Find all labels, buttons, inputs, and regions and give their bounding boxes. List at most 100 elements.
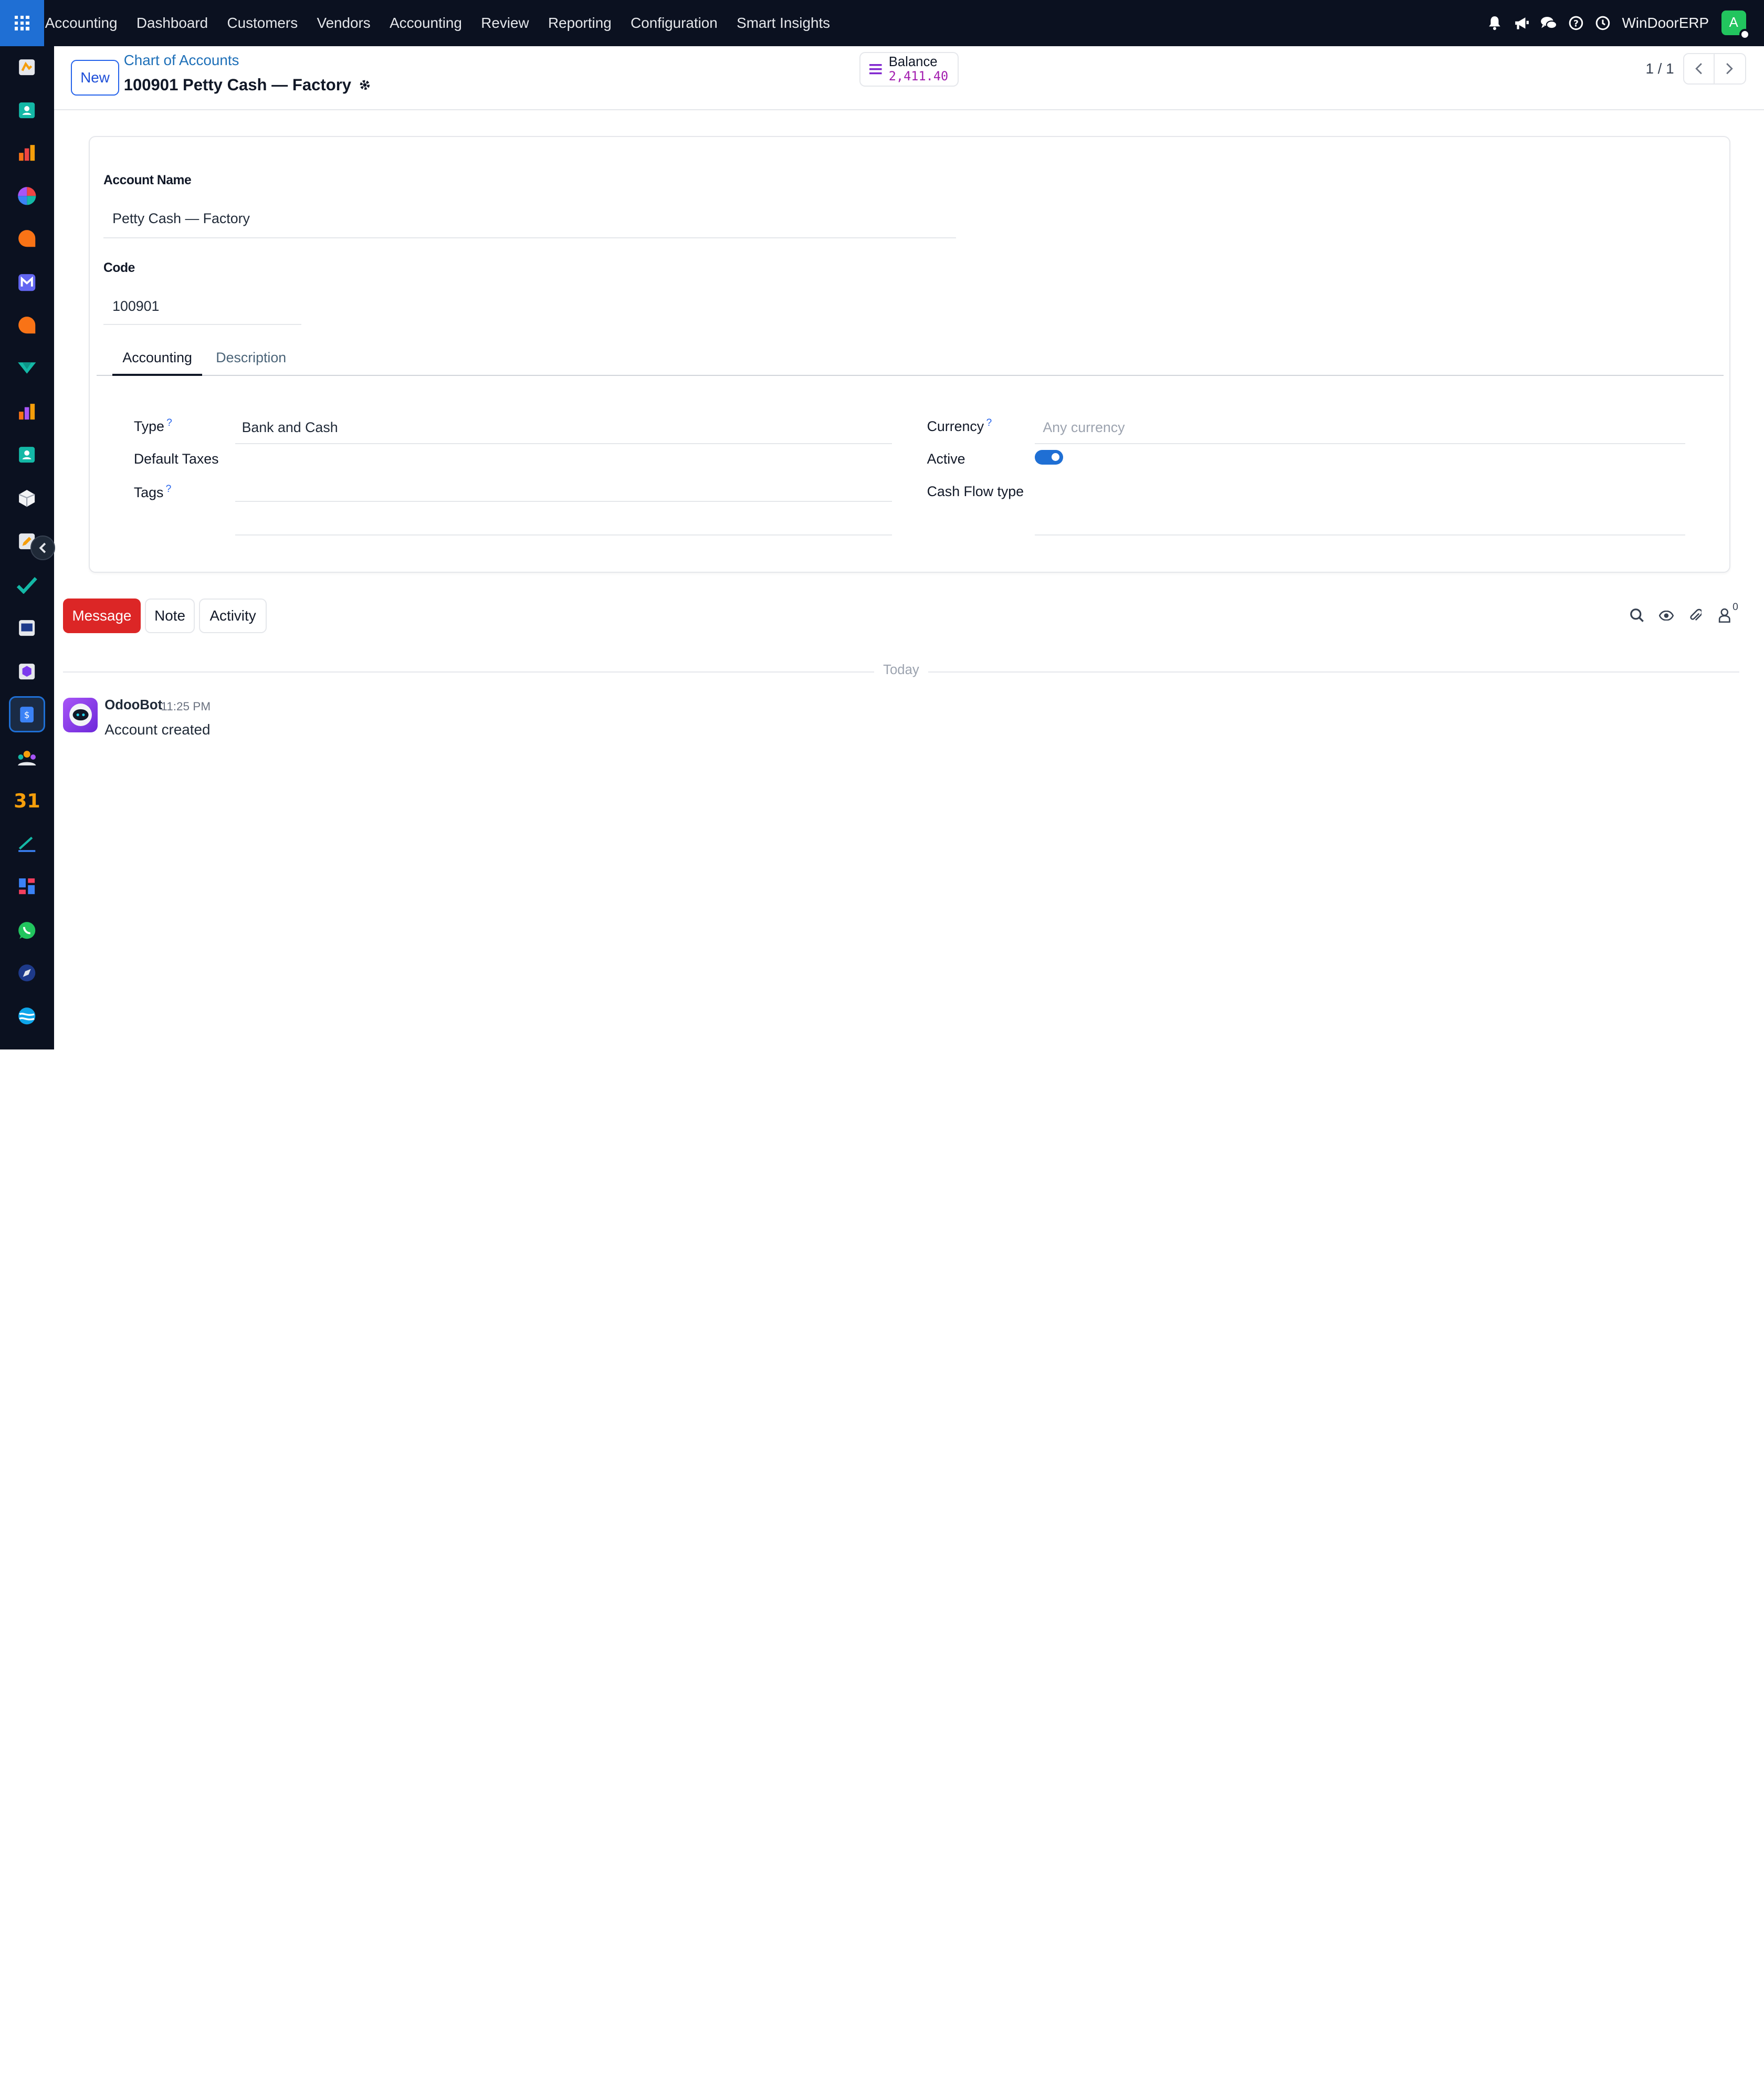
message-author[interactable]: OdooBot [104,698,162,713]
menu-app-name[interactable]: Accounting [44,0,127,46]
dock-app-9[interactable] [9,394,45,430]
user-avatar[interactable]: A [1721,10,1751,40]
type-select[interactable]: Bank and Cash [242,419,338,436]
tab-accounting[interactable]: Accounting [112,342,203,376]
send-message-button[interactable]: Message [63,598,141,634]
default-taxes-input[interactable] [235,477,892,502]
record-pager: 1 / 1 [1645,52,1746,85]
dock-app-whatsapp[interactable] [9,912,45,949]
control-panel: New Chart of Accounts 100901 Petty Cash … [54,46,1764,110]
chat-bubbles-icon[interactable] [1536,0,1562,46]
paperclip-icon [1689,609,1702,621]
gear-icon[interactable] [358,78,372,92]
tags-input[interactable] [235,511,892,536]
default-taxes-label: Default Taxes [133,451,219,467]
apps-menu-button[interactable] [0,0,44,46]
dock-app-4[interactable] [9,178,45,214]
follow-button[interactable] [1652,602,1681,628]
menu-configuration[interactable]: Configuration [621,0,727,46]
clock-icon[interactable] [1589,0,1616,46]
balance-smart-button[interactable]: Balance 2,411.40 [859,51,959,87]
code-input[interactable]: 100901 [112,298,159,314]
megaphone-icon[interactable] [1508,0,1535,46]
menu-reporting[interactable]: Reporting [539,0,621,46]
dock-app-3[interactable] [9,135,45,171]
bell-icon[interactable] [1482,0,1508,46]
dashboards-app-icon [19,878,35,895]
dock-app-accounting[interactable]: $ [9,696,45,732]
avatar-initial: A [1729,15,1738,30]
currency-label: Currency? [927,417,992,435]
tags-help-icon[interactable]: ? [166,484,172,495]
attachments-button[interactable] [1681,602,1710,628]
help-icon[interactable]: ? [1562,0,1589,46]
currency-select[interactable]: Any currency [1043,419,1125,436]
dock-app-13[interactable] [9,567,45,603]
followers-button[interactable]: 0 [1710,602,1739,628]
tags-label: Tags? [134,484,172,501]
dock-app-5[interactable] [9,220,45,257]
menu-dashboard[interactable]: Dashboard [127,0,218,46]
cash-flow-type-input[interactable] [1035,511,1685,536]
svg-text:?: ? [1573,18,1579,29]
message-body: Account created [104,721,211,738]
dock-app-20[interactable] [9,998,45,1034]
schedule-activity-button[interactable]: Activity [199,598,267,634]
menu-customers[interactable]: Customers [217,0,307,46]
main-menu: Accounting Dashboard Customers Vendors A… [44,0,840,46]
bars-icon [869,64,882,75]
dock-app-11[interactable] [9,480,45,517]
chevron-left-icon [39,542,46,553]
log-note-button[interactable]: Note [145,598,195,634]
account-name-input[interactable]: Petty Cash — Factory [112,211,250,227]
chevron-right-icon [1726,63,1734,75]
tab-description[interactable]: Description [206,342,296,375]
dock-app-6[interactable] [9,265,45,301]
dock-app-10[interactable] [9,436,45,472]
balance-text: Balance 2,411.40 [889,55,949,83]
email-marketing-app-icon [18,274,36,291]
pager-value[interactable]: 1 / 1 [1645,60,1674,77]
dock-collapse-button[interactable] [30,536,55,561]
menu-vendors[interactable]: Vendors [307,0,380,46]
code-label: Code [103,261,135,275]
livechat-app-icon [18,317,36,334]
type-label-text: Type [133,418,164,434]
pager-previous-button[interactable] [1683,52,1715,85]
dock-app-18[interactable] [9,868,45,905]
dock-app-calendar[interactable]: 31 [9,783,45,819]
calendar-icon: 31 [14,790,40,813]
dock-app-17[interactable] [9,826,45,862]
odoobot-avatar[interactable] [63,697,98,733]
menu-review[interactable]: Review [471,0,539,46]
dock-app-1[interactable] [9,49,45,86]
dock-app-2[interactable] [9,92,45,129]
notebook-tabs: Accounting Description [97,342,1724,376]
company-name[interactable]: WinDoorERP [1622,15,1709,32]
top-navbar: Accounting Dashboard Customers Vendors A… [0,0,1764,46]
employees-app-icon [19,446,35,463]
currency-help-icon[interactable]: ? [986,417,992,428]
menu-smart-insights[interactable]: Smart Insights [727,0,839,46]
menu-accounting[interactable]: Accounting [380,0,471,46]
check-app-icon [17,577,37,594]
dock-app-14[interactable] [9,610,45,646]
active-toggle[interactable] [1035,450,1063,465]
team-app-icon [18,751,36,766]
pager-next-button[interactable] [1714,52,1746,85]
account-name-underline [103,237,957,238]
chevron-left-icon [1695,63,1703,75]
search-messages-button[interactable] [1622,602,1652,628]
dock-app-8[interactable] [9,350,45,386]
dock-app-15[interactable] [9,654,45,690]
record-title: 100901 Petty Cash — Factory [123,75,352,94]
dock-app-19[interactable] [9,955,45,991]
dock-app-7[interactable] [9,307,45,343]
dock-app-16[interactable] [9,740,45,776]
breadcrumb-chart-of-accounts[interactable]: Chart of Accounts [124,52,239,69]
type-help-icon[interactable]: ? [166,417,172,428]
new-record-button[interactable]: New [70,59,120,96]
tags-label-text: Tags [133,485,164,501]
sales-app-icon [19,59,35,76]
inventory-app-icon [18,362,36,374]
